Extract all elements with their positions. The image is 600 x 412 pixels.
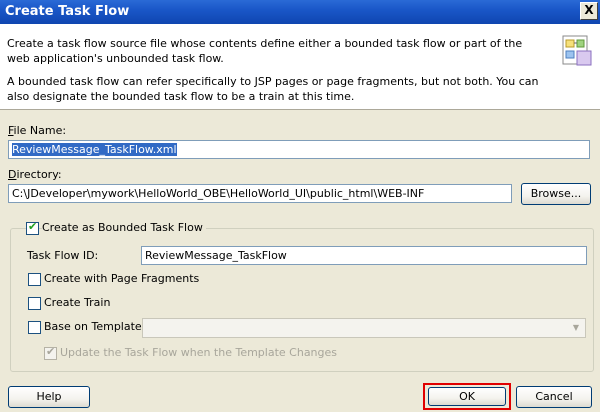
page-fragments-checkbox[interactable] xyxy=(28,273,41,286)
file-name-input[interactable]: ReviewMessage_TaskFlow.xml xyxy=(8,140,590,159)
base-template-checkbox[interactable] xyxy=(28,321,41,334)
help-button[interactable]: Help xyxy=(8,386,90,408)
close-icon: X xyxy=(584,3,594,17)
file-name-value: ReviewMessage_TaskFlow.xml xyxy=(12,143,177,156)
create-train-checkbox[interactable] xyxy=(28,297,41,310)
description-text-1: Create a task flow source file whose con… xyxy=(7,37,523,65)
update-template-checkbox xyxy=(44,345,57,360)
create-train-label: Create Train xyxy=(44,296,111,309)
directory-value: C:\JDeveloper\mywork\HelloWorld_OBE\Hell… xyxy=(12,187,425,200)
directory-label: Directory: xyxy=(8,168,62,181)
window-title: Create Task Flow xyxy=(5,4,130,19)
page-fragments-label: Create with Page Fragments xyxy=(44,272,200,285)
description-header: Create a task flow source file whose con… xyxy=(0,24,600,110)
description-text-2: A bounded task flow can refer specifical… xyxy=(7,75,539,103)
bounded-task-flow-label: Create as Bounded Task Flow xyxy=(42,221,206,234)
task-flow-id-label: Task Flow ID: xyxy=(27,249,99,262)
close-button[interactable]: X xyxy=(580,2,598,20)
task-flow-id-value: ReviewMessage_TaskFlow xyxy=(145,249,287,262)
bounded-task-flow-checkbox[interactable] xyxy=(26,220,39,235)
template-select: ▼ xyxy=(142,318,586,338)
title-bar: Create Task Flow X xyxy=(0,0,600,24)
ok-button[interactable]: OK xyxy=(428,387,506,406)
cancel-button[interactable]: Cancel xyxy=(516,386,592,408)
task-flow-id-input[interactable]: ReviewMessage_TaskFlow xyxy=(141,246,587,265)
file-name-label: File Name: xyxy=(8,124,67,137)
update-template-label: Update the Task Flow when the Template C… xyxy=(60,346,338,359)
browse-button[interactable]: Browse... xyxy=(521,183,591,205)
directory-input[interactable]: C:\JDeveloper\mywork\HelloWorld_OBE\Hell… xyxy=(8,184,512,203)
chevron-down-icon: ▼ xyxy=(572,323,580,332)
base-template-label: Base on Template: xyxy=(44,320,146,333)
task-flow-wizard-icon xyxy=(562,35,592,66)
